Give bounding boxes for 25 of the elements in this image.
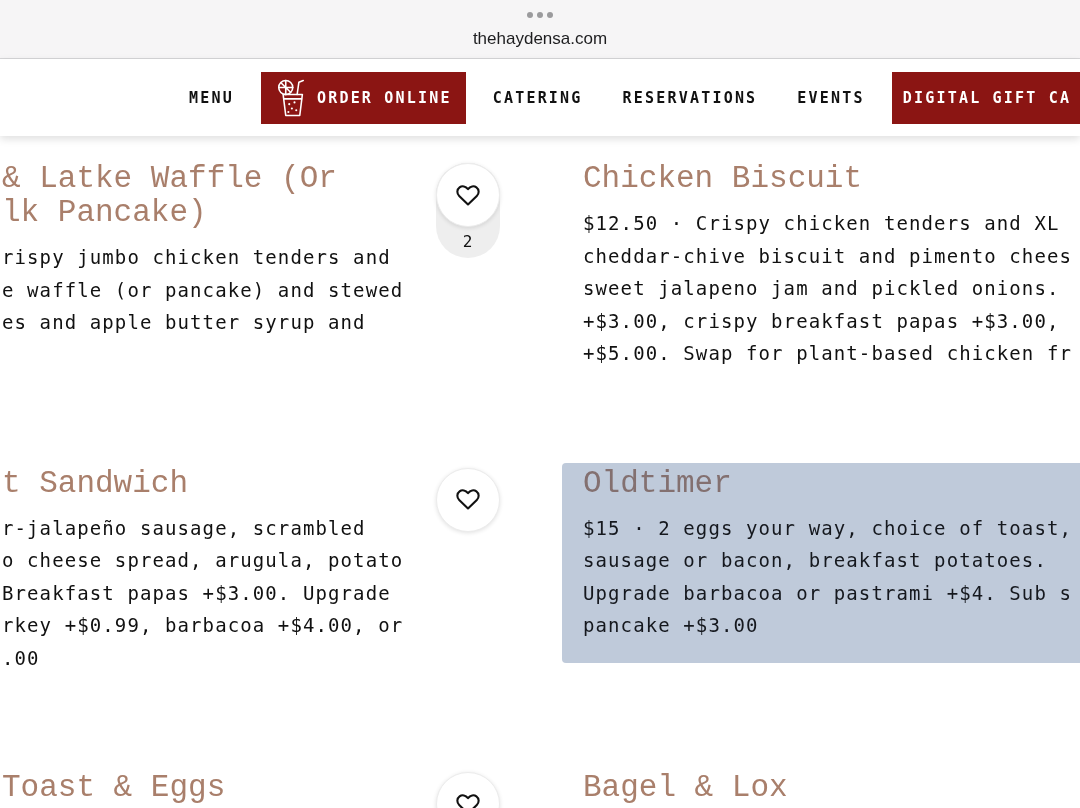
heart-icon: [455, 489, 480, 510]
heart-icon: [455, 184, 480, 206]
item-title: Toast & Eggs: [2, 771, 227, 805]
like-count: 2: [462, 232, 473, 252]
favorite-button[interactable]: [435, 163, 500, 227]
item-title: Oldtimer: [583, 466, 733, 501]
item-title: Chicken Biscuit: [583, 162, 864, 196]
item-description: $15 · 2 eggs your way, choice of toast, sausage or bacon, breakfast potatoes. Upgrade barbacoa or pastrami +$4. Sub s pancake +$3.00: [583, 515, 1074, 638]
url-text[interactable]: thehaydensa.com: [472, 29, 608, 49]
favorite-button[interactable]: [435, 467, 500, 532]
item-description: r-jalapeño sausage, scrambled o cheese spread, arugula, potato Breakfast papas +$3.00. Upgrade rkey +$0.99, barbacoa +$4.00, or .00: [2, 515, 405, 671]
nav-link[interactable]: MENU: [176, 87, 247, 108]
item-title: & Latke Waffle (Or lk Pancake): [2, 162, 338, 230]
item-title: Bagel & Lox: [583, 771, 789, 805]
ellipsis-icon[interactable]: [527, 12, 553, 18]
drink-glass-icon: [276, 77, 305, 118]
order-online-button[interactable]: ORDER ONLINE: [260, 71, 466, 124]
item-title: t Sandwich: [2, 466, 190, 501]
nav-link[interactable]: RESERVATIONS: [609, 87, 771, 108]
nav-link[interactable]: EVENTS: [784, 87, 878, 108]
item-description: rispy jumbo chicken tenders and e waffle (or pancake) and stewed es and apple butter syrup and: [2, 245, 405, 335]
item-description: $12.50 · Crispy chicken tenders and XL cheddar-chive biscuit and pimento chees sweet jalapeno jam and pickled onions. +$3.00, crispy breakfast papas +$3.00, +$5.00. Swap for plant-based chicken fr: [583, 211, 1074, 366]
gift-card-button[interactable]: DIGITAL GIFT CA: [891, 71, 1080, 124]
nav-link[interactable]: CATERING: [479, 87, 596, 108]
heart-icon: [455, 793, 480, 808]
